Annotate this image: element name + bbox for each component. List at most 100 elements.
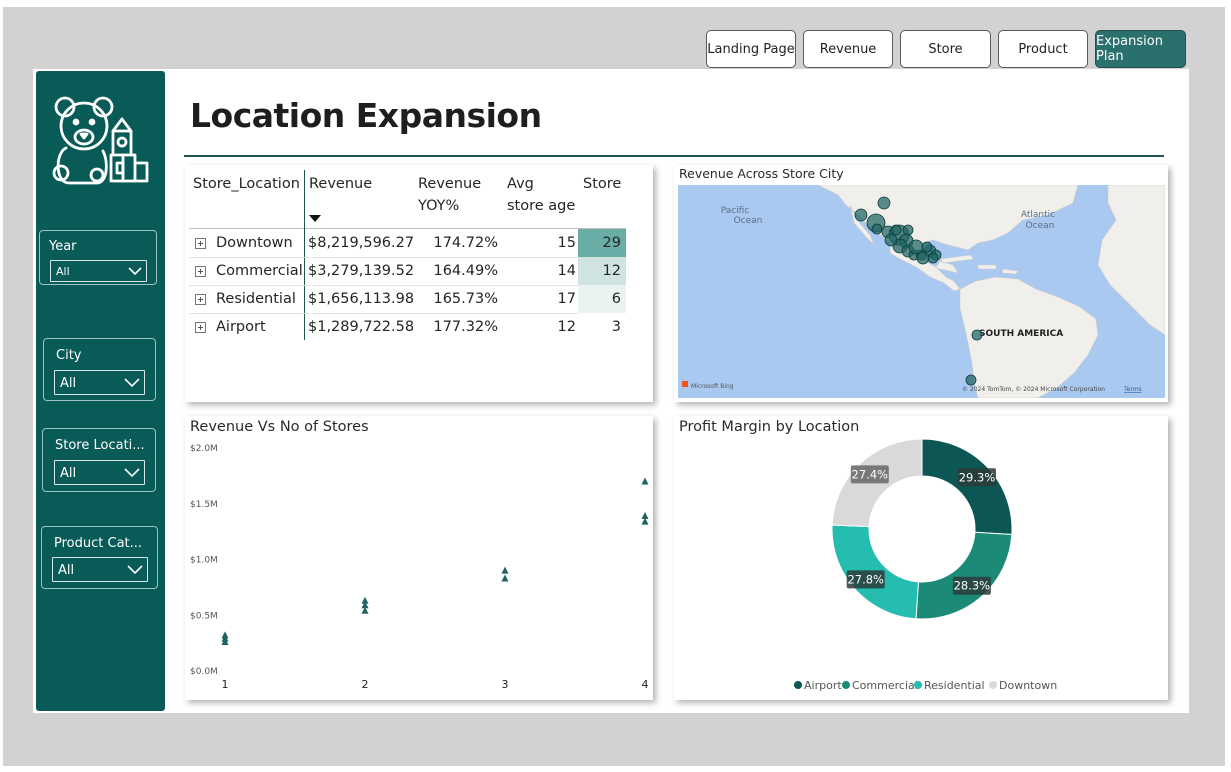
header-avg-store-age[interactable]: Avg store age — [507, 173, 575, 217]
teddy-bear-toy-blocks-icon — [52, 96, 149, 185]
south-america-label: SOUTH AMERICA — [979, 329, 1063, 339]
chevron-down-icon — [124, 468, 140, 478]
scatter-point[interactable] — [641, 477, 649, 485]
scatter-point[interactable] — [641, 512, 649, 520]
city-slicer[interactable]: City All — [43, 338, 156, 401]
nav-revenue-button[interactable]: Revenue — [803, 30, 893, 68]
x-tick-label: 4 — [642, 678, 649, 691]
store-location-dropdown-value: All — [60, 466, 77, 481]
y-tick-label: $0.5M — [190, 611, 218, 621]
city-dropdown[interactable]: All — [54, 370, 145, 395]
map-terms-link[interactable]: Terms — [1123, 386, 1142, 393]
nav-product-button[interactable]: Product — [998, 30, 1088, 68]
row-location[interactable]: Downtown — [216, 229, 304, 257]
expand-plus-icon[interactable] — [195, 266, 206, 277]
header-avg-store-age-line1: Avg — [507, 176, 534, 192]
legend-item[interactable]: Airport — [794, 679, 842, 692]
product-category-slicer-label: Product Cat... — [54, 536, 143, 551]
row-location[interactable]: Commercial — [216, 257, 304, 285]
product-category-dropdown[interactable]: All — [52, 557, 148, 582]
nav-expansion-plan-button[interactable]: Expansion Plan — [1095, 30, 1186, 68]
city-bubble[interactable] — [884, 233, 898, 247]
legend-item[interactable]: Downtown — [989, 679, 1057, 692]
bing-logo-icon — [682, 381, 688, 387]
donut-data-label: 27.4% — [850, 465, 889, 484]
city-bubble[interactable] — [921, 241, 933, 253]
x-tick-label: 3 — [502, 678, 509, 691]
pacific-ocean-label-2: Ocean — [734, 216, 763, 226]
city-bubble[interactable] — [854, 208, 868, 222]
row-store-count: 6 — [578, 285, 626, 313]
row-revenue: $3,279,139.52 — [308, 263, 415, 279]
product-category-slicer[interactable]: Product Cat... All — [41, 526, 158, 589]
row-revenue-yoy: 177.32% — [433, 319, 498, 335]
city-bubble[interactable] — [902, 224, 914, 236]
donut-slice[interactable] — [915, 531, 1013, 620]
header-revenue-yoy[interactable]: Revenue YOY% — [418, 173, 481, 217]
donut-data-label: 29.3% — [957, 468, 996, 487]
city-bubble[interactable] — [971, 329, 983, 341]
donut-slice[interactable] — [921, 438, 1013, 536]
year-slicer[interactable]: Year All — [39, 230, 157, 285]
y-tick-label: $0.0M — [190, 667, 218, 677]
data-label-text: 29.3% — [959, 470, 996, 484]
chevron-down-icon — [127, 565, 143, 575]
data-label-text: 28.3% — [954, 579, 991, 593]
city-bubble[interactable] — [871, 223, 883, 235]
row-avg-store-age: 14 — [557, 263, 576, 279]
store-location-slicer-label: Store Locati... — [55, 438, 145, 453]
scatter-point[interactable] — [361, 596, 369, 604]
profit-margin-donut-chart[interactable]: 29.3% 28.3% 27.8% 27.4% Airport Commercial Res… — [674, 438, 1168, 700]
y-tick-label: $1.0M — [190, 556, 218, 566]
y-tick-label: $2.0M — [190, 444, 218, 454]
donut-title: Profit Margin by Location — [679, 419, 860, 435]
atlantic-ocean-label: Atlantic — [1021, 210, 1055, 220]
scatter-point[interactable] — [501, 574, 509, 582]
sort-descending-icon — [309, 215, 321, 222]
data-label-text: 27.4% — [852, 467, 889, 481]
row-store-count: 29 — [578, 229, 626, 257]
row-avg-store-age: 12 — [557, 319, 576, 335]
row-store-count: 12 — [578, 257, 626, 285]
y-tick-label: $1.5M — [190, 500, 218, 510]
city-bubble[interactable] — [890, 224, 902, 236]
legend-label: Commercial — [852, 679, 918, 692]
legend-item[interactable]: Residential — [914, 679, 985, 692]
header-store-location[interactable]: Store_Location — [193, 173, 300, 195]
expand-plus-icon[interactable] — [195, 322, 206, 333]
year-dropdown[interactable]: All — [50, 260, 147, 282]
x-tick-label: 1 — [222, 678, 229, 691]
legend-item[interactable]: Commercial — [842, 679, 918, 692]
store-location-dropdown[interactable]: All — [54, 460, 145, 485]
legend-label: Downtown — [999, 679, 1057, 692]
map-copyright: © 2024 TomTom, © 2024 Microsoft Corporat… — [962, 386, 1105, 393]
legend-marker — [842, 681, 850, 689]
header-store[interactable]: Store — [583, 173, 621, 195]
legend-label: Airport — [804, 679, 842, 692]
store-location-slicer[interactable]: Store Locati... All — [42, 428, 156, 492]
city-bubble[interactable] — [877, 196, 891, 210]
nav-landing-page-button[interactable]: Landing Page — [706, 30, 796, 68]
data-label-text: 27.8% — [847, 572, 884, 586]
header-revenue-yoy-line1: Revenue — [418, 176, 482, 192]
legend-marker — [914, 681, 922, 689]
city-bubble[interactable] — [908, 239, 924, 255]
title-divider — [184, 155, 1164, 157]
expand-plus-icon[interactable] — [195, 294, 206, 305]
city-bubble[interactable] — [927, 252, 939, 264]
row-revenue-yoy: 174.72% — [433, 235, 498, 251]
donut-data-label: 27.8% — [846, 570, 885, 589]
revenue-map[interactable]: Pacific Ocean Atlantic Ocean SOUTH AMERI… — [678, 185, 1165, 398]
city-bubble[interactable] — [965, 374, 977, 386]
row-revenue: $1,289,722.58 — [308, 319, 415, 335]
expand-plus-icon[interactable] — [195, 238, 206, 249]
header-revenue[interactable]: Revenue — [309, 173, 372, 195]
nav-store-button[interactable]: Store — [900, 30, 991, 68]
row-location[interactable]: Residential — [216, 285, 304, 313]
scatter-point[interactable] — [501, 566, 509, 574]
revenue-vs-stores-chart[interactable]: $0.0M $0.5M $1.0M $1.5M $2.0M 1 2 3 4 — [185, 438, 653, 698]
row-location[interactable]: Airport — [216, 313, 304, 341]
scatter-title: Revenue Vs No of Stores — [190, 419, 369, 435]
scatter-point[interactable] — [221, 631, 229, 639]
chevron-down-icon — [124, 378, 140, 388]
